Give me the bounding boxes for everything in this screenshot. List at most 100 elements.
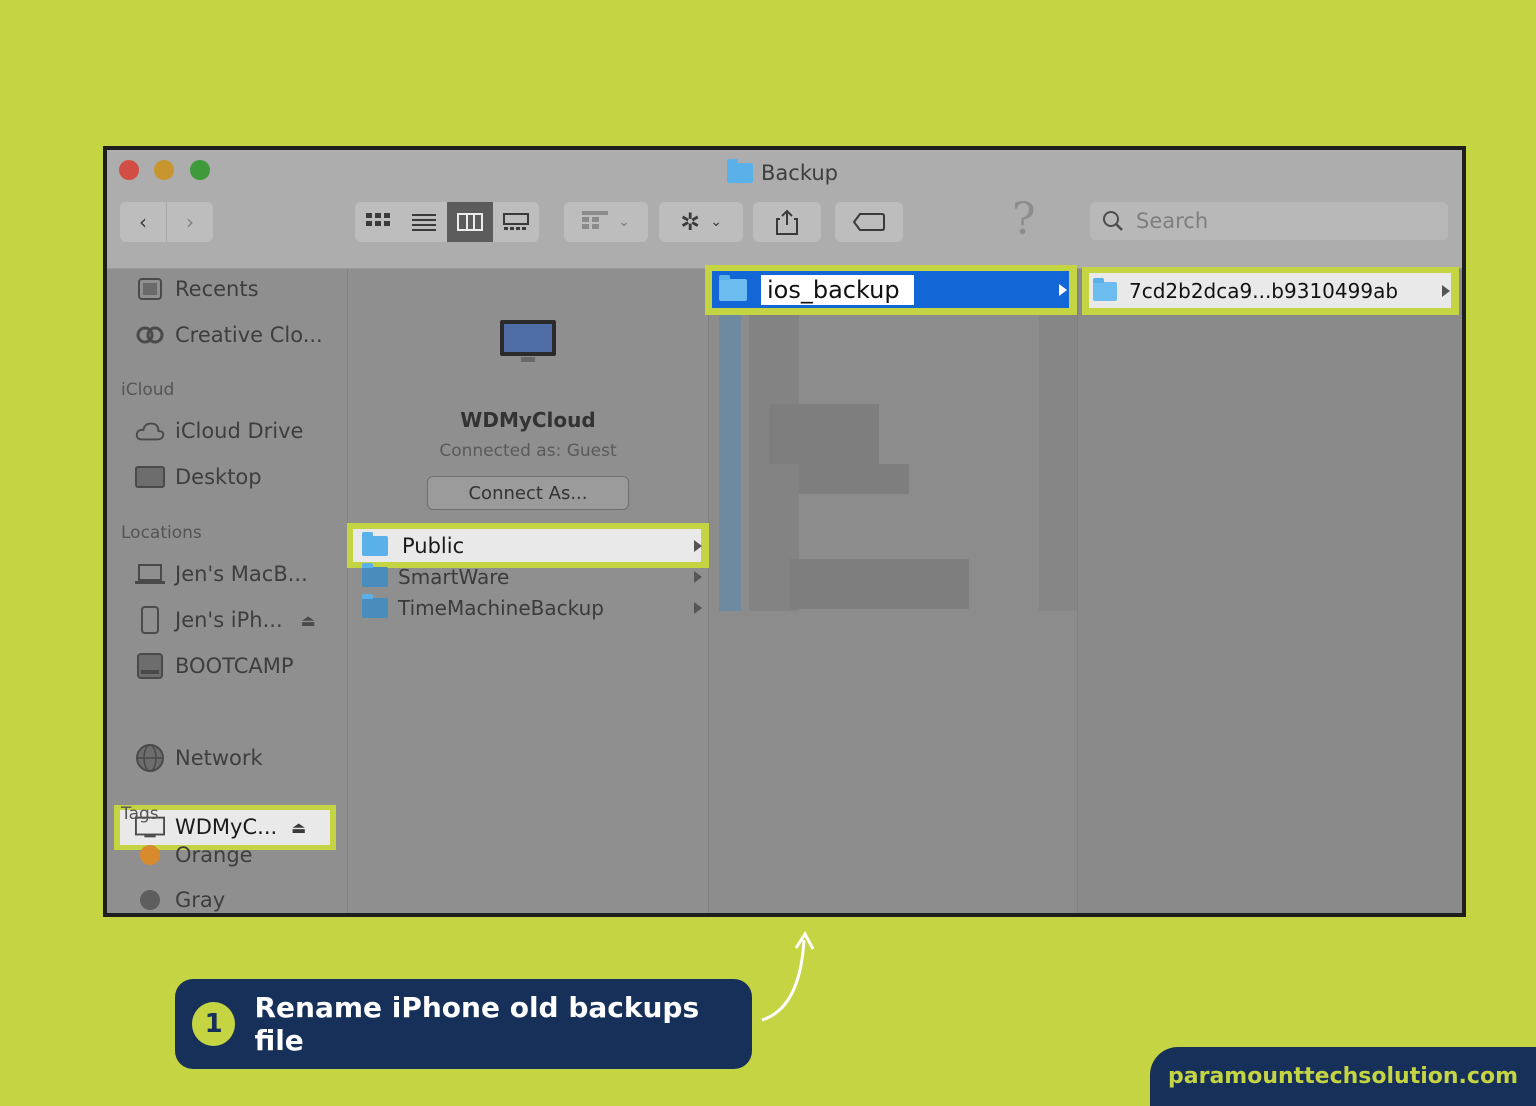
sidebar-heading-locations: Locations xyxy=(121,523,202,543)
chevron-down-icon: ⌄ xyxy=(618,214,630,230)
connect-as-button[interactable]: Connect As... xyxy=(427,476,629,510)
back-forward-group: ‹ › xyxy=(120,202,213,242)
sidebar-item-label: iCloud Drive xyxy=(175,419,304,443)
folder-row-public[interactable]: Public xyxy=(362,531,702,561)
sidebar-item-icloud-drive[interactable]: iCloud Drive xyxy=(135,416,303,446)
tag-dot-icon xyxy=(135,888,165,912)
sidebar-item-recents[interactable]: Recents xyxy=(135,274,259,304)
eject-icon[interactable]: ⏏ xyxy=(301,611,316,630)
folder-icon xyxy=(362,594,388,618)
window-title: Backup xyxy=(727,158,838,188)
gear-icon: ✲ xyxy=(680,208,701,236)
browser-column-2 xyxy=(709,269,1078,913)
blurred-content xyxy=(769,404,879,464)
icon-view-icon[interactable] xyxy=(355,202,401,242)
cloud-icon xyxy=(135,419,165,443)
sidebar-item-tag-gray[interactable]: Gray xyxy=(135,885,225,913)
help-icon[interactable]: ? xyxy=(1012,194,1036,245)
view-mode-group xyxy=(355,202,539,242)
gallery-view-icon[interactable] xyxy=(493,202,539,242)
rename-input[interactable]: ios_backup xyxy=(761,275,914,305)
step-callout: 1 Rename iPhone old backups file xyxy=(175,979,752,1069)
sidebar-item-tag-orange[interactable]: Orange xyxy=(135,840,253,870)
chevron-right-icon xyxy=(694,602,702,614)
sidebar-heading-icloud: iCloud xyxy=(121,380,175,400)
folder-icon xyxy=(362,532,388,556)
brand-text: paramounttechsolution.com xyxy=(1168,1064,1518,1089)
list-view-icon[interactable] xyxy=(401,202,447,242)
group-by-button[interactable]: ⌄ xyxy=(564,202,648,242)
blurred-content xyxy=(719,311,741,611)
sidebar-item-label: Network xyxy=(175,746,263,770)
search-icon xyxy=(1103,211,1123,231)
step-number: 1 xyxy=(192,1002,236,1046)
server-status: Connected as: Guest xyxy=(439,441,617,461)
iphone-icon xyxy=(135,606,165,634)
sidebar-item-bootcamp[interactable]: BOOTCAMP xyxy=(135,651,294,681)
brand-badge: paramounttechsolution.com xyxy=(1150,1047,1536,1106)
finder-window: Backup ‹ › ⌄ ✲ ⌄ ? Search Recents Creati… xyxy=(107,150,1462,913)
title-bar: Backup ‹ › ⌄ ✲ ⌄ ? Search xyxy=(107,150,1462,269)
folder-row-smartware[interactable]: SmartWare xyxy=(362,563,702,591)
sidebar-item-network[interactable]: Network xyxy=(135,743,263,773)
folder-icon xyxy=(719,275,747,301)
creative-cloud-icon xyxy=(135,323,165,347)
sidebar-item-label: BOOTCAMP xyxy=(175,654,294,678)
chevron-right-icon xyxy=(1442,285,1450,297)
minimize-window-button[interactable] xyxy=(154,160,174,180)
sidebar-item-label: Desktop xyxy=(175,465,262,489)
chevron-right-icon xyxy=(694,571,702,583)
sidebar-item-label: Jen's iPh... xyxy=(175,608,283,632)
callout-arrow xyxy=(761,931,815,1022)
browser-column-3 xyxy=(1078,269,1462,913)
recents-icon xyxy=(135,277,165,301)
finder-window-frame: Backup ‹ › ⌄ ✲ ⌄ ? Search Recents Creati… xyxy=(103,146,1466,917)
server-name: WDMyCloud xyxy=(460,408,596,432)
folder-row-ios-backup[interactable]: ios_backup xyxy=(719,274,1067,306)
sidebar-item-creative-cloud[interactable]: Creative Clo... xyxy=(135,320,323,350)
tags-button[interactable] xyxy=(835,202,903,242)
sidebar: Recents Creative Clo... iCloud iCloud Dr… xyxy=(107,269,348,913)
sidebar-item-macbook[interactable]: Jen's MacB... xyxy=(135,559,308,589)
share-icon xyxy=(776,209,798,235)
sidebar-item-label: WDMyC... xyxy=(175,815,278,839)
folder-row-label: SmartWare xyxy=(398,565,510,589)
share-button[interactable] xyxy=(753,202,821,242)
forward-icon[interactable]: › xyxy=(166,202,213,242)
chevron-right-icon xyxy=(1059,284,1067,296)
server-display-icon xyxy=(499,319,557,367)
sidebar-item-label: Jen's MacB... xyxy=(175,562,308,586)
folder-icon xyxy=(1093,277,1117,301)
folder-row-timemachinebackup[interactable]: TimeMachineBackup xyxy=(362,594,702,622)
sidebar-item-label: Orange xyxy=(175,843,253,867)
step-text: Rename iPhone old backups file xyxy=(254,991,700,1057)
sidebar-item-label: Gray xyxy=(175,888,226,912)
folder-row-label: TimeMachineBackup xyxy=(398,596,604,620)
desktop-folder-icon xyxy=(135,465,165,489)
folder-icon xyxy=(362,563,388,587)
sidebar-heading-tags: Tags xyxy=(121,804,159,824)
folder-icon xyxy=(727,159,753,183)
back-icon[interactable]: ‹ xyxy=(120,202,166,242)
sidebar-item-desktop[interactable]: Desktop xyxy=(135,462,262,492)
blurred-content xyxy=(789,559,969,609)
column-view-icon[interactable] xyxy=(447,202,493,242)
eject-icon[interactable]: ⏏ xyxy=(291,818,306,837)
browser-column-1: WDMyCloud Connected as: Guest Connect As… xyxy=(347,269,709,913)
blurred-content xyxy=(1039,311,1077,611)
sidebar-item-iphone[interactable]: Jen's iPh... ⏏ xyxy=(135,605,316,635)
close-window-button[interactable] xyxy=(119,160,139,180)
sidebar-item-wdmycloud[interactable]: WDMyC... ⏏ xyxy=(135,812,306,842)
disk-icon xyxy=(135,653,165,679)
chevron-right-icon xyxy=(694,540,702,552)
folder-row-label: 7cd2b2dca9...b9310499ab xyxy=(1129,279,1399,303)
sidebar-item-label: Recents xyxy=(175,277,259,301)
zoom-window-button[interactable] xyxy=(190,160,210,180)
folder-row-label: Public xyxy=(402,534,465,558)
search-field[interactable] xyxy=(1090,202,1448,240)
tag-dot-icon xyxy=(135,843,165,867)
folder-row-backup-hash[interactable]: 7cd2b2dca9...b9310499ab xyxy=(1093,276,1450,306)
search-input[interactable] xyxy=(1134,208,1418,234)
action-menu-button[interactable]: ✲ ⌄ xyxy=(659,202,743,242)
blurred-content xyxy=(799,464,909,494)
